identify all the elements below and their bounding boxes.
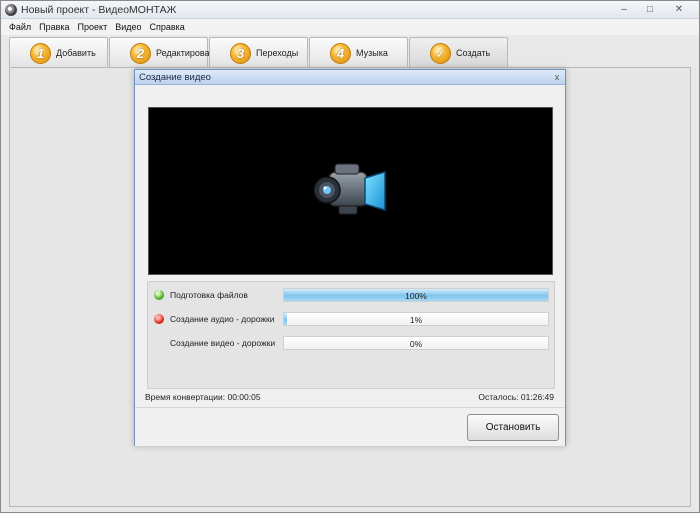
progress-percent: 100% (405, 291, 427, 301)
window-title: Новый проект - ВидеоМОНТАЖ (21, 4, 177, 16)
tab-edit[interactable]: 2 Редактировать (109, 37, 218, 68)
tab-label: Переходы (256, 48, 299, 58)
menu-edit[interactable]: Правка (35, 22, 73, 32)
task-label: Создание аудио - дорожки (170, 314, 275, 324)
video-preview (148, 107, 553, 275)
tab-create[interactable]: ✓ Создать (409, 37, 508, 69)
tab-add[interactable]: 1 Добавить (9, 37, 108, 68)
window-controls: – □ ✕ (611, 1, 695, 17)
close-button[interactable]: ✕ (663, 1, 695, 17)
menu-project[interactable]: Проект (74, 22, 112, 32)
red-dot-icon (154, 314, 164, 324)
menu-video[interactable]: Видео (111, 22, 145, 32)
step-tabs: 1 Добавить 2 Редактировать 3 Переходы 4 … (9, 37, 509, 69)
progress-percent: 1% (409, 315, 423, 325)
dialog-title: Создание видео (139, 72, 211, 83)
remaining-time: Осталось: 01:26:49 (478, 392, 554, 402)
task-progress-bar: 0% (283, 336, 549, 350)
conversion-time: Время конвертации: 00:00:05 (145, 392, 261, 402)
dialog-close-icon[interactable]: x (552, 72, 562, 82)
tab-label: Создать (456, 48, 491, 58)
task-label: Создание видео - дорожки (170, 338, 276, 348)
step-2-icon: 2 (130, 43, 151, 64)
tab-transitions[interactable]: 3 Переходы (209, 37, 308, 68)
menu-file[interactable]: Файл (5, 22, 35, 32)
check-green-icon (154, 288, 164, 300)
dialog-footer: Остановить (135, 407, 565, 446)
stop-button[interactable]: Остановить (467, 414, 559, 441)
task-label: Подготовка файлов (170, 290, 248, 300)
create-video-dialog: Создание видео x ✓ Подготовка файлов 100… (134, 69, 566, 446)
task-row: Создание видео - дорожки 0% (148, 336, 556, 350)
tab-label: Музыка (356, 48, 388, 58)
dialog-title-bar[interactable]: Создание видео x (135, 70, 565, 85)
task-progress-bar: 100% (283, 288, 549, 302)
minimize-button[interactable]: – (611, 1, 637, 17)
task-row: Создание аудио - дорожки 1% (148, 312, 556, 326)
app-logo-icon (5, 4, 17, 16)
tab-label: Добавить (56, 48, 96, 58)
task-row: Подготовка файлов 100% (148, 288, 556, 302)
progress-panel: Подготовка файлов 100% Создание аудио - … (147, 281, 555, 389)
step-1-icon: 1 (30, 43, 51, 64)
tab-music[interactable]: 4 Музыка (309, 37, 408, 68)
step-3-icon: 3 (230, 43, 251, 64)
video-camera-icon (313, 163, 386, 215)
title-bar[interactable]: Новый проект - ВидеоМОНТАЖ – □ ✕ (1, 1, 699, 19)
maximize-button[interactable]: □ (637, 1, 663, 17)
task-progress-bar: 1% (283, 312, 549, 326)
menu-bar: Файл Правка Проект Видео Справка (1, 19, 699, 35)
step-4-icon: 4 (330, 43, 351, 64)
app-window: Новый проект - ВидеоМОНТАЖ – □ ✕ Файл Пр… (0, 0, 700, 513)
menu-help[interactable]: Справка (146, 22, 189, 32)
progress-percent: 0% (409, 339, 423, 349)
checkmark-icon: ✓ (430, 43, 451, 64)
